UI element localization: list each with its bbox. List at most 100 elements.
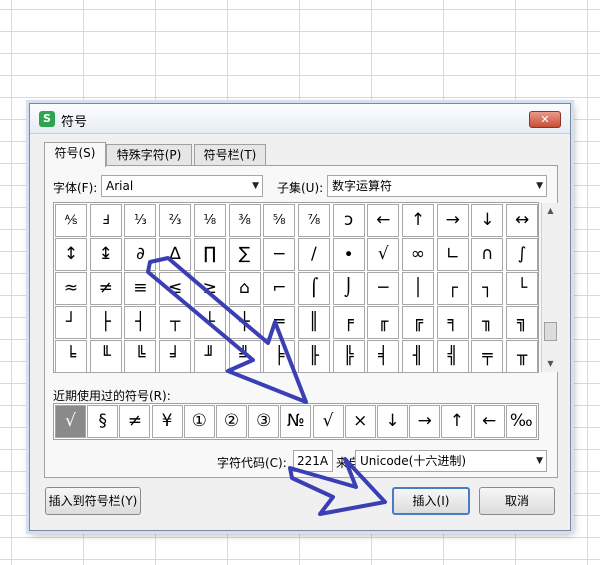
symbol-grid-scrollbar[interactable]: ▲ ▼ — [541, 203, 559, 372]
symbol-cell[interactable]: ╝ — [228, 340, 261, 373]
symbol-cell[interactable]: ┐ — [471, 272, 504, 305]
symbol-cell[interactable]: ⅝ — [263, 204, 296, 237]
symbol-cell[interactable]: ⌂ — [228, 272, 261, 305]
subset-select[interactable]: 数字运算符 ▼ — [327, 175, 547, 197]
symbol-cell[interactable]: ╕ — [436, 306, 469, 339]
insert-to-symbol-bar-button[interactable]: 插入到符号栏(Y) — [45, 487, 141, 515]
symbol-cell[interactable]: ╡ — [367, 340, 400, 373]
symbol-cell[interactable]: ╟ — [297, 340, 330, 373]
symbol-cell[interactable]: ← — [367, 204, 400, 237]
symbol-cell[interactable]: ╢ — [402, 340, 434, 373]
symbol-cell[interactable]: Ⅎ — [89, 204, 122, 237]
symbol-cell[interactable]: ∙ — [332, 238, 365, 271]
dialog-titlebar[interactable]: S 符号 ✕ — [30, 104, 570, 134]
recent-symbol-cell[interactable]: → — [409, 405, 441, 438]
symbol-cell[interactable]: ≡ — [124, 272, 157, 305]
symbol-cell[interactable]: − — [263, 238, 296, 271]
symbol-cell[interactable]: ⅞ — [297, 204, 330, 237]
symbol-cell[interactable]: └ — [506, 272, 539, 305]
symbol-cell[interactable]: ╓ — [367, 306, 400, 339]
symbol-cell[interactable]: ╚ — [124, 340, 157, 373]
from-select[interactable]: Unicode(十六进制) ▼ — [355, 450, 547, 472]
symbol-cell[interactable]: ≥ — [193, 272, 226, 305]
symbol-cell[interactable]: ↕ — [55, 238, 87, 271]
scroll-up-icon[interactable]: ▲ — [542, 203, 559, 219]
symbol-cell[interactable]: ┴ — [193, 306, 226, 339]
symbol-cell[interactable]: ╔ — [402, 306, 434, 339]
symbol-cell[interactable]: ↓ — [471, 204, 504, 237]
symbol-cell[interactable]: ∑ — [228, 238, 261, 271]
symbol-cell[interactable]: ┤ — [124, 306, 157, 339]
symbol-cell[interactable]: ╣ — [436, 340, 469, 373]
recent-symbol-cell[interactable]: ‰ — [505, 405, 537, 438]
char-code-input[interactable]: 221A — [293, 450, 333, 472]
symbol-cell[interactable]: ╤ — [471, 340, 504, 373]
symbol-cell[interactable]: ⅛ — [193, 204, 226, 237]
symbol-cell[interactable]: ╞ — [263, 340, 296, 373]
symbol-cell[interactable]: ≤ — [159, 272, 192, 305]
symbol-cell[interactable]: ⅜ — [228, 204, 261, 237]
recent-symbol-cell[interactable]: ¥ — [151, 405, 183, 438]
symbol-cell[interactable]: ┌ — [436, 272, 469, 305]
symbol-cell[interactable]: ═ — [263, 306, 296, 339]
symbol-cell[interactable]: ∟ — [436, 238, 469, 271]
symbol-cell[interactable]: ─ — [367, 272, 400, 305]
symbol-cell[interactable]: ╠ — [332, 340, 365, 373]
symbol-cell[interactable]: ╒ — [332, 306, 365, 339]
symbol-cell[interactable]: ∂ — [124, 238, 157, 271]
recent-symbol-cell[interactable]: × — [344, 405, 376, 438]
symbol-cell[interactable]: │ — [402, 272, 434, 305]
recent-symbol-cell[interactable]: ② — [216, 405, 247, 438]
symbol-cell[interactable]: ╖ — [471, 306, 504, 339]
symbol-cell[interactable]: ⌡ — [332, 272, 365, 305]
symbol-cell[interactable]: ⅍ — [55, 204, 87, 237]
symbol-cell[interactable]: ╗ — [506, 306, 539, 339]
close-icon[interactable]: ✕ — [529, 111, 561, 128]
symbol-cell[interactable]: ⅔ — [159, 204, 192, 237]
symbol-cell[interactable]: ∩ — [471, 238, 504, 271]
symbol-cell[interactable]: ∕ — [297, 238, 330, 271]
symbol-cell[interactable]: ↄ — [332, 204, 365, 237]
symbol-cell[interactable]: √ — [367, 238, 400, 271]
recent-symbol-cell[interactable]: ③ — [248, 405, 280, 438]
recent-symbol-cell[interactable]: № — [280, 405, 312, 438]
recent-symbol-cell[interactable]: ↑ — [441, 405, 473, 438]
recent-symbol-cell[interactable]: ≠ — [119, 405, 151, 438]
symbol-cell[interactable]: ↑ — [402, 204, 434, 237]
scroll-down-icon[interactable]: ▼ — [542, 356, 559, 372]
symbol-cell[interactable]: ≠ — [89, 272, 122, 305]
symbol-cell[interactable]: ╜ — [193, 340, 226, 373]
tab-symbols[interactable]: 符号(S) — [44, 142, 106, 167]
symbol-cell[interactable]: ⌠ — [297, 272, 330, 305]
symbol-cell[interactable]: ┼ — [228, 306, 261, 339]
tab-symbol-bar[interactable]: 符号栏(T) — [194, 144, 266, 166]
symbol-cell[interactable]: ┬ — [159, 306, 192, 339]
font-select[interactable]: Arial ▼ — [101, 175, 263, 197]
symbol-cell[interactable]: ⅓ — [124, 204, 157, 237]
symbol-cell[interactable]: ┘ — [55, 306, 87, 339]
symbol-cell[interactable]: ⌐ — [263, 272, 296, 305]
recent-symbol-cell[interactable]: √ — [312, 405, 344, 438]
symbol-cell[interactable]: → — [436, 204, 469, 237]
symbol-cell[interactable]: ↨ — [89, 238, 122, 271]
symbol-cell[interactable]: ╥ — [506, 340, 539, 373]
symbol-cell[interactable]: ∏ — [193, 238, 226, 271]
symbol-cell[interactable]: ╛ — [159, 340, 192, 373]
recent-symbol-cell[interactable]: √ — [55, 405, 86, 438]
symbol-cell[interactable]: ╘ — [55, 340, 87, 373]
symbol-cell[interactable]: ├ — [89, 306, 122, 339]
tab-special-chars[interactable]: 特殊字符(P) — [106, 144, 192, 166]
symbol-cell[interactable]: ∫ — [506, 238, 539, 271]
cancel-button[interactable]: 取消 — [479, 487, 555, 515]
recent-symbol-cell[interactable]: ← — [473, 405, 505, 438]
symbol-cell[interactable]: ∆ — [159, 238, 192, 271]
recent-symbol-cell[interactable]: ① — [183, 405, 215, 438]
symbol-cell[interactable]: ║ — [297, 306, 330, 339]
symbol-cell[interactable]: ╙ — [89, 340, 122, 373]
scroll-thumb[interactable] — [544, 322, 557, 341]
insert-button[interactable]: 插入(I) — [392, 487, 470, 515]
symbol-cell[interactable]: ≈ — [55, 272, 87, 305]
symbol-cell[interactable]: ↔ — [506, 204, 539, 237]
recent-symbol-cell[interactable]: ↓ — [377, 405, 408, 438]
symbol-cell[interactable]: ∞ — [402, 238, 434, 271]
